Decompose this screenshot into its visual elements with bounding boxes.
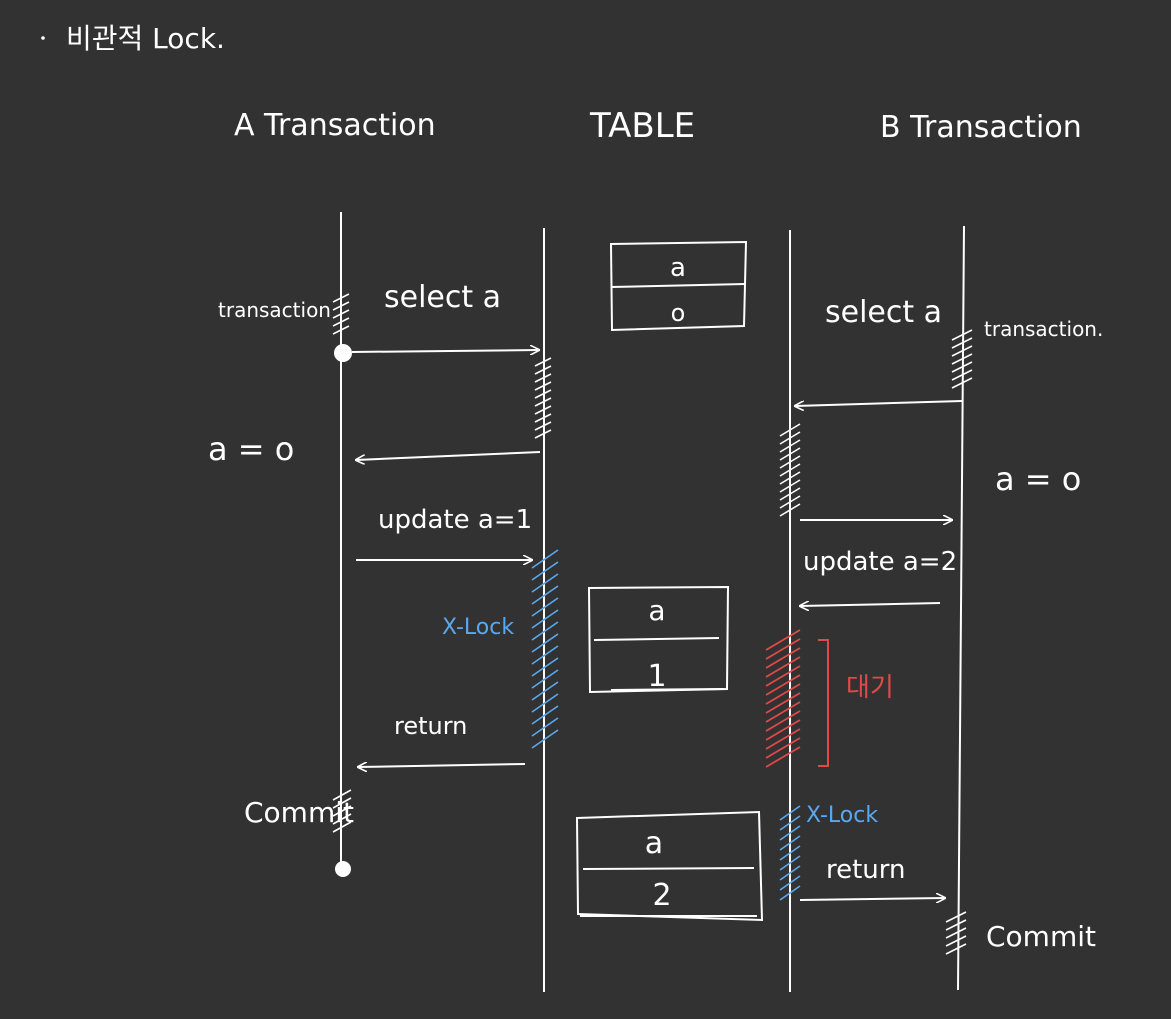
a-update-label: update a=1 — [378, 505, 532, 535]
wait-hatch — [765, 629, 801, 768]
a-return-label: return — [394, 712, 467, 740]
table-after-b-value: 2 — [652, 878, 671, 913]
page-title: 비관적 Lock. — [66, 22, 225, 55]
a-end-dot — [335, 861, 351, 877]
bullet-icon — [41, 36, 45, 40]
wait-label: 대기 — [846, 673, 894, 703]
a-start-dot — [334, 344, 352, 362]
arrow-a-return — [358, 764, 526, 767]
arrow-b-return — [799, 898, 945, 900]
b-return-label: return — [826, 855, 906, 885]
b-result-label: a = o — [995, 460, 1081, 498]
b-update-label: update a=2 — [803, 547, 957, 577]
a-transaction-label: transaction — [218, 298, 331, 322]
table-after-a-column: a — [648, 594, 665, 627]
a-commit-label: Commit — [244, 796, 354, 829]
table-after-a-value: 1 — [647, 659, 666, 694]
b-commit-label: Commit — [986, 920, 1096, 953]
b-select-label: select a — [825, 295, 942, 330]
b-xlock-label: X-Lock — [806, 803, 878, 828]
arrow-b-select — [795, 400, 963, 406]
table-initial-value: o — [671, 299, 686, 327]
table-initial-column: a — [670, 253, 686, 283]
arrow-a-select — [351, 350, 539, 352]
table-title: TABLE — [589, 106, 695, 146]
a-result-label: a = o — [208, 430, 294, 468]
hatch-table-read-b — [779, 423, 801, 517]
table-after-b-column: a — [645, 826, 663, 861]
b-transaction-title: B Transaction — [880, 110, 1082, 145]
wait-bracket — [818, 639, 829, 767]
diagram-canvas: 비관적 Lock. A Transaction TABLE B Transact… — [41, 22, 1103, 992]
a-xlock-label: X-Lock — [442, 615, 514, 640]
lifeline-b — [957, 225, 965, 991]
lock-diagram: 비관적 Lock. A Transaction TABLE B Transact… — [0, 0, 1171, 1019]
arrow-b-update — [800, 603, 941, 606]
b-transaction-label: transaction. — [984, 317, 1103, 341]
a-select-label: select a — [384, 280, 501, 315]
arrow-a-result — [356, 451, 541, 460]
hatch-b-commit — [945, 911, 967, 955]
a-transaction-title: A Transaction — [234, 108, 436, 143]
